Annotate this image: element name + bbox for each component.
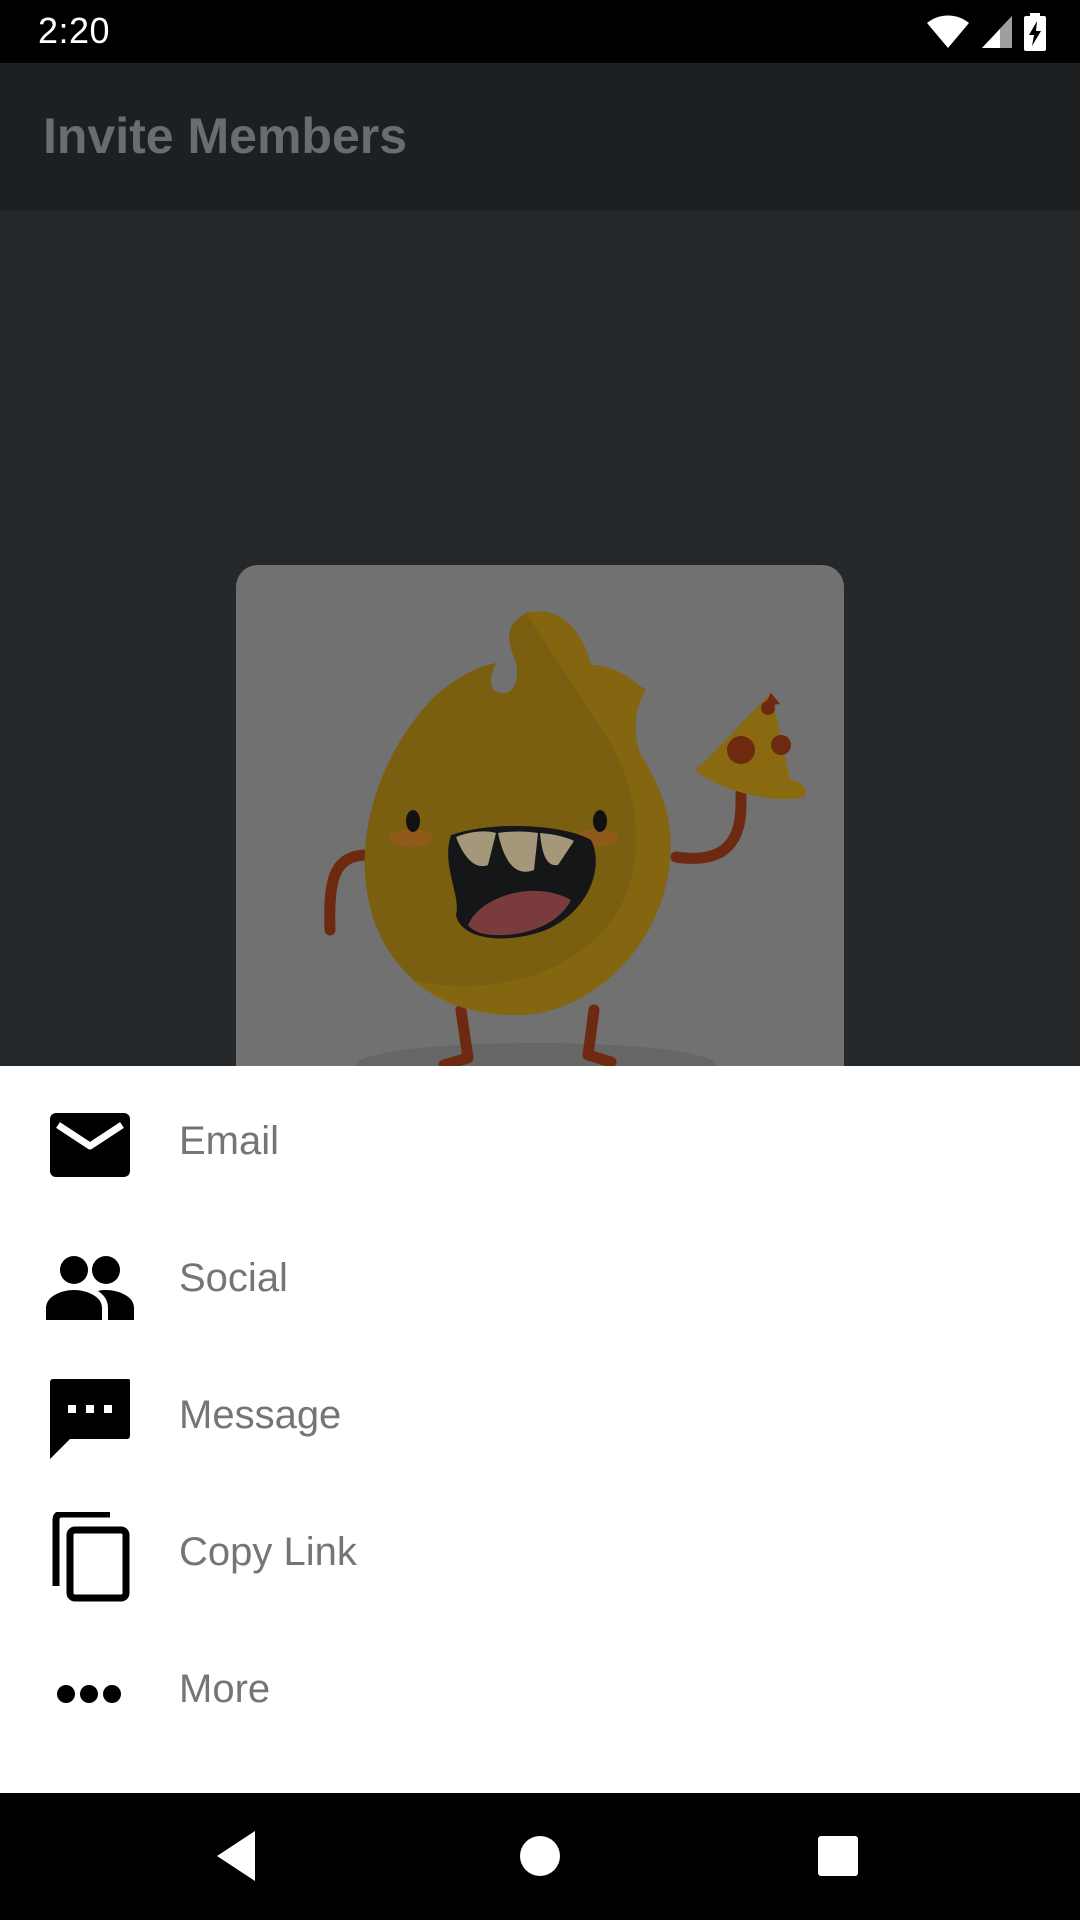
navigation-bar (0, 1793, 1080, 1920)
share-option-label: Social (179, 1256, 288, 1300)
share-option-copy-link[interactable]: Copy Link (0, 1488, 1080, 1625)
share-option-email[interactable]: Email (0, 1077, 1080, 1214)
share-option-label: More (179, 1667, 271, 1711)
recents-icon[interactable] (803, 1821, 873, 1891)
cell-signal-icon (982, 16, 1012, 48)
people-icon (46, 1256, 134, 1320)
more-horizontal-icon (57, 1685, 121, 1703)
share-option-social[interactable]: Social (0, 1214, 1080, 1351)
content-area (0, 210, 1080, 1125)
status-bar: 2:20 (0, 0, 1080, 63)
wifi-icon (927, 15, 969, 48)
screen: 2:20 Invite Members Email Social Message… (0, 0, 1080, 1920)
page-title: Invite Members (43, 108, 408, 164)
share-option-more[interactable]: More (0, 1625, 1080, 1762)
status-time: 2:20 (38, 10, 111, 51)
message-icon (50, 1379, 130, 1459)
invite-card (236, 565, 844, 1125)
share-option-label: Email (179, 1119, 280, 1163)
battery-charging-icon (1024, 13, 1046, 51)
share-option-label: Copy Link (179, 1530, 357, 1574)
copy-icon (52, 1512, 130, 1602)
app-bar: Invite Members (0, 63, 1080, 210)
fire-mascot-illustration (324, 611, 806, 1087)
share-option-message[interactable]: Message (0, 1351, 1080, 1488)
status-icons (926, 12, 1046, 52)
email-icon (50, 1113, 130, 1177)
share-option-label: Message (179, 1393, 342, 1437)
back-icon[interactable] (205, 1821, 275, 1891)
share-sheet: Email Social Message Copy Link More (0, 1066, 1080, 1793)
home-icon[interactable] (505, 1821, 575, 1891)
